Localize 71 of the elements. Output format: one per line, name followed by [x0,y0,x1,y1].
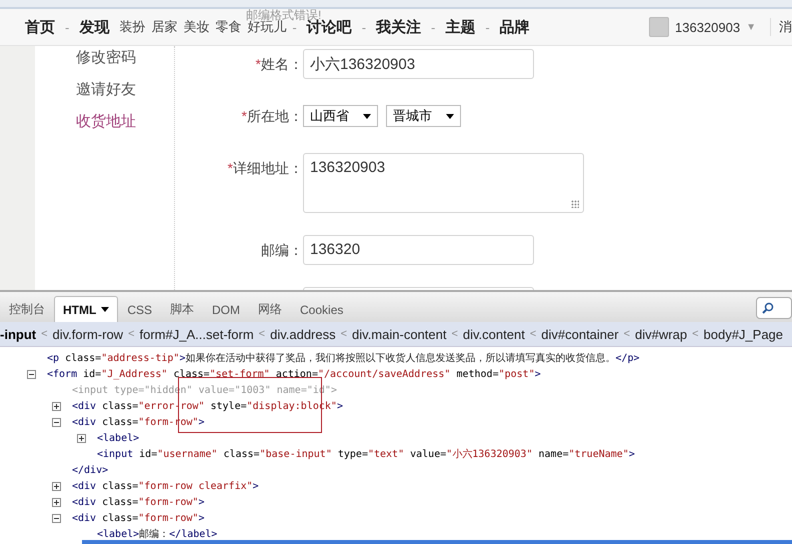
devtools-tab[interactable]: HTML [54,296,118,322]
breadcrumb-separator: < [41,328,48,340]
breadcrumb-separator: < [530,328,536,340]
field-label: *详细地址： [226,159,303,178]
breadcrumb-link[interactable]: -input [0,326,36,342]
breadcrumb-separator: < [128,328,135,340]
breadcrumb-link[interactable]: div.form-row [52,326,124,342]
dash-text: - [485,20,490,34]
dash-text: - [362,20,366,34]
collapse-toggle-icon[interactable] [27,370,36,378]
code-line: </div> [72,464,108,476]
code-line: <div class="form-row"> [72,496,204,508]
cut-off-link[interactable]: 消 [770,18,792,36]
sidebar-link[interactable]: 邀请好友 [76,78,174,101]
search-icon [762,302,774,314]
devtools-tab[interactable]: DOM [203,296,250,322]
code-line: <label> [97,432,140,444]
field-label: 邮编： [260,241,303,260]
breadcrumb-separator: < [624,328,630,340]
devtools-tab[interactable]: 网络 [249,296,292,322]
sidebar-link[interactable]: 收货地址 [76,110,174,133]
breadcrumb-link[interactable]: div.content [462,326,525,342]
code-line: <p class="address-tip">如果你在活动中获得了奖品，我们将按照以下收货人信息发送奖品，所以请填写真实的收货信息。</p> [47,352,640,365]
field-label: *所在地： [240,107,303,126]
collapse-toggle-icon[interactable] [52,514,61,522]
breadcrumb-link[interactable]: div.address [270,326,336,342]
expand-toggle-icon[interactable] [52,498,61,506]
dash-text: - [65,20,70,34]
breadcrumb-link[interactable]: div#wrap [635,326,688,342]
breadcrumb-separator: < [258,328,266,340]
username-link[interactable]: 136320903 [675,20,740,34]
nav-link[interactable]: 装扮 [119,18,146,36]
nav-link[interactable]: 发现 [79,18,110,36]
breadcrumb-separator: < [692,328,698,340]
expand-toggle-icon[interactable] [52,482,61,490]
nav-link[interactable]: 居家 [151,18,178,36]
nav-link[interactable]: 零食 [215,18,242,36]
code-line: <div class="form-row"> [72,512,204,524]
field-label: *姓名： [254,55,303,74]
sidebar-link[interactable]: 修改密码 [76,46,174,69]
text-input[interactable]: 小六136320903 [303,49,534,79]
dash-text: - [292,20,297,34]
collapse-toggle-icon[interactable] [52,418,61,426]
code-line: <form id="J_Address" class="set-form" action="/account/saveAddress" method="post"> [47,368,541,380]
breadcrumb-link[interactable]: div.main-content [352,326,446,342]
breadcrumb-link[interactable]: form#J_A...set-form [140,326,254,342]
code-line: <input id="username" class="base-input" type="text" value="小六136320903" name="trueName"> [97,448,635,461]
address-textarea[interactable]: 136320903 [303,153,584,213]
breadcrumb-link[interactable]: div#container [541,326,619,342]
expand-toggle-icon[interactable] [52,402,61,410]
nav-link[interactable]: 讨论吧 [306,18,352,36]
devtools-tab[interactable]: CSS [118,296,162,322]
code-line: <div class="form-row clearfix"> [72,480,259,492]
search-field[interactable] [756,297,792,319]
expand-toggle-icon[interactable] [77,434,86,442]
nav-link[interactable]: 首页 [25,18,55,36]
code-line: <label>邮编：</label> [97,528,218,541]
breadcrumb-separator: < [340,328,348,340]
dropdown-select[interactable]: 晋城市 [386,105,461,127]
nav-link[interactable]: 美妆 [183,18,210,36]
devtools-tab[interactable]: 脚本 [161,296,204,322]
devtools-tab[interactable]: 控制台 [0,296,54,322]
devtools-tab[interactable]: Cookies [291,296,352,322]
nav-link[interactable]: 主题 [445,18,476,36]
nav-link[interactable]: 我关注 [376,18,422,36]
dropdown-select[interactable]: 山西省 [303,105,378,127]
breadcrumb-link[interactable]: body#J_Page [704,326,784,342]
breadcrumb-separator: < [451,328,458,340]
nav-link[interactable]: 品牌 [500,18,530,36]
text-input[interactable]: 136320 [303,235,534,265]
dash-text: - [431,20,436,34]
